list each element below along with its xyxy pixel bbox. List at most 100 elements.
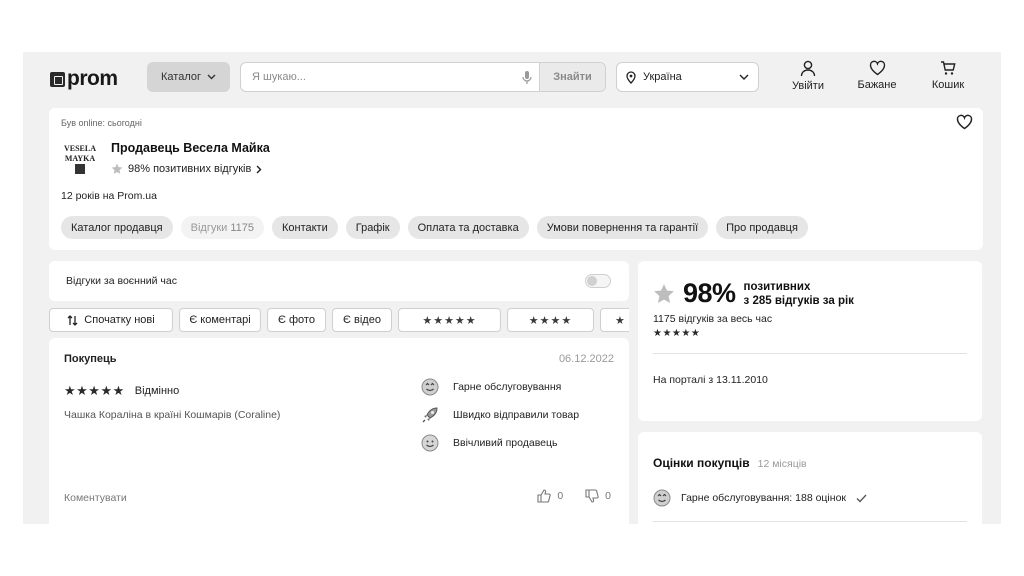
tab-reviews-label: Відгуки <box>190 221 228 234</box>
review-rating: ★★★★★ Відмінно <box>64 383 179 399</box>
filter-with-video[interactable]: Є відео <box>332 308 392 332</box>
positive-line1: позитивних <box>743 280 811 293</box>
page-frame: prom Каталог Знайти Україна Увійти Бажан… <box>23 52 1001 524</box>
on-portal-since: На порталі з 13.11.2010 <box>653 374 768 386</box>
tab-reviews[interactable]: Відгуки 1175 <box>180 216 264 239</box>
smiling-emoji-icon <box>421 434 439 452</box>
search-input[interactable] <box>241 63 515 91</box>
location-pin-icon <box>626 70 636 84</box>
likes-count: 0 <box>557 490 564 502</box>
seller-tabs: Каталог продавця Відгуки 1175 Контакти Гр… <box>61 216 808 239</box>
svg-text:MAYKA: MAYKA <box>65 154 96 163</box>
online-status: Був online: сьогодні <box>61 118 142 128</box>
tab-contacts[interactable]: Контакти <box>271 216 338 239</box>
seller-name[interactable]: Продавець Весела Майка <box>111 141 270 155</box>
comment-link[interactable]: Коментувати <box>64 492 127 504</box>
search-button[interactable]: Знайти <box>539 63 605 91</box>
review-author: Покупець <box>64 353 117 365</box>
cart-button[interactable]: Кошик <box>923 60 973 91</box>
heart-icon <box>869 60 885 76</box>
wartime-reviews-toggle[interactable] <box>585 274 611 288</box>
search-bar: Знайти <box>240 62 606 92</box>
user-icon <box>800 60 816 77</box>
rocket-icon <box>422 407 438 423</box>
tab-payment-delivery[interactable]: Оплата та доставка <box>407 216 529 239</box>
chevron-down-icon <box>207 74 216 80</box>
seller-rating-text: 98% позитивних відгуків <box>128 163 252 175</box>
filter-3-stars[interactable]: ★ <box>600 308 629 332</box>
purchase-ratings-heading: Оцінки покупців <box>653 456 750 470</box>
favorite-seller-heart-icon[interactable] <box>956 114 973 133</box>
five-stars-icon: ★★★★★ <box>422 314 477 327</box>
filter-with-photo[interactable]: Є фото <box>267 308 326 332</box>
review-tag-label: Ввічливий продавець <box>453 437 558 449</box>
four-stars-icon: ★★★★ <box>528 314 573 327</box>
cart-label: Кошик <box>931 79 965 91</box>
review-rating-text: Відмінно <box>134 385 180 397</box>
positive-percent: 98% <box>683 278 736 308</box>
positive-description: позитивних з 285 відгуків за рік <box>744 280 854 308</box>
review-product-link[interactable]: Чашка Кораліна в країні Кошмарів (Corali… <box>64 409 280 421</box>
filter-5-stars[interactable]: ★★★★★ <box>398 308 501 332</box>
sort-label: Спочатку нові <box>84 314 155 326</box>
logo-text: prom <box>67 67 118 90</box>
dislikes-count: 0 <box>605 490 611 502</box>
svg-text:VESELA: VESELA <box>64 144 96 153</box>
seller-logo: VESELA MAYKA <box>61 139 99 177</box>
purchase-ratings: Оцінки покупців 12 місяців Гарне обслугов… <box>638 432 982 524</box>
rating-row: Гарне обслуговування: 188 оцінок <box>653 489 867 507</box>
purchase-ratings-period: 12 місяців <box>757 458 807 470</box>
login-button[interactable]: Увійти <box>783 60 833 92</box>
positive-percent-block: 98% позитивних з 285 відгуків за рік <box>653 278 854 309</box>
tab-schedule[interactable]: Графік <box>345 216 400 239</box>
star-icon <box>111 163 123 174</box>
wishlist-label: Бажане <box>857 79 897 91</box>
filter-4-stars[interactable]: ★★★★ <box>507 308 594 332</box>
summary-stars-icon: ★★★★★ <box>653 328 701 339</box>
review-tags: Гарне обслуговування Швидко відправили т… <box>421 378 579 452</box>
region-select[interactable]: Україна <box>616 62 759 92</box>
region-value: Україна <box>643 71 682 83</box>
seller-rating-link[interactable]: 98% позитивних відгуків <box>111 163 262 175</box>
review-tag: Гарне обслуговування <box>421 378 579 396</box>
heart-eyes-emoji-icon <box>421 378 439 396</box>
review-tag-label: Швидко відправили товар <box>453 409 580 421</box>
cart-icon <box>941 61 956 75</box>
microphone-icon[interactable] <box>515 70 539 85</box>
review-tag: Ввічливий продавець <box>421 434 579 452</box>
checkmark-icon <box>856 494 867 502</box>
divider <box>653 353 967 354</box>
chevron-down-icon <box>739 74 749 80</box>
years-on-prom: 12 років на Prom.ua <box>61 190 157 202</box>
review-tag-label: Гарне обслуговування <box>453 381 562 393</box>
prom-logo[interactable]: prom <box>50 67 118 91</box>
purchase-ratings-title: Оцінки покупців 12 місяців <box>653 456 807 470</box>
thumbs-up-icon[interactable] <box>537 489 552 503</box>
review-filters: Спочатку нові Є коментарі Є фото Є відео… <box>49 308 629 332</box>
review-votes: 0 0 <box>537 489 611 503</box>
wishlist-button[interactable]: Бажане <box>852 60 902 91</box>
tab-return-warranty[interactable]: Умови повернення та гарантії <box>536 216 709 239</box>
wartime-reviews-label: Відгуки за воєнний час <box>66 275 177 287</box>
seller-card: Був online: сьогодні VESELA MAYKA Продав… <box>49 108 983 250</box>
star-icon <box>654 283 674 303</box>
tab-reviews-count: 1175 <box>230 221 254 234</box>
tab-seller-catalog[interactable]: Каталог продавця <box>61 216 173 239</box>
review-date: 06.12.2022 <box>558 353 614 365</box>
sort-icon <box>67 314 78 326</box>
wartime-reviews-row: Відгуки за воєнний час <box>49 261 629 301</box>
filter-with-comments[interactable]: Є коментарі <box>179 308 261 332</box>
catalog-label: Каталог <box>161 71 201 83</box>
review-stars-icon: ★★★★★ <box>64 383 125 398</box>
tab-about-seller[interactable]: Про продавця <box>716 216 808 239</box>
all-time-reviews: 1175 відгуків за весь час <box>653 313 773 325</box>
sort-newest-button[interactable]: Спочатку нові <box>49 308 173 332</box>
review-tag: Швидко відправили товар <box>421 406 579 424</box>
logo-mark-icon <box>50 71 65 87</box>
positive-line2: з 285 відгуків за рік <box>743 294 854 307</box>
stars-icon: ★ <box>615 314 626 327</box>
thumbs-down-icon[interactable] <box>585 489 599 503</box>
login-label: Увійти <box>792 80 824 92</box>
heart-eyes-emoji-icon <box>653 489 671 507</box>
catalog-button[interactable]: Каталог <box>147 62 230 92</box>
